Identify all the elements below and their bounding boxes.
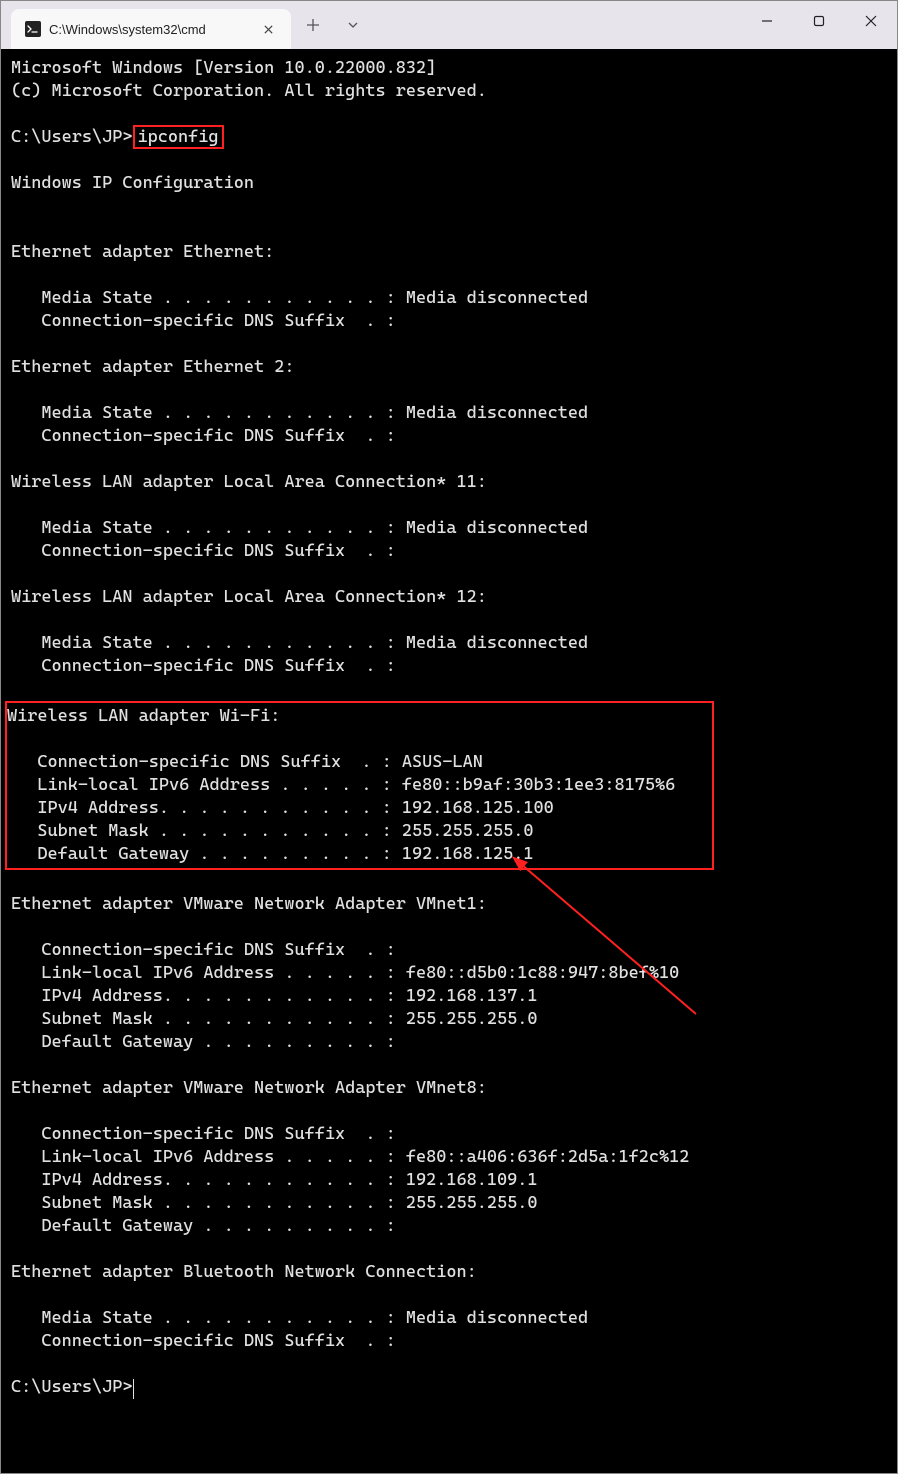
adapter-line: Media State . . . . . . . . . . . : Medi… xyxy=(11,633,588,653)
adapter-line: Default Gateway . . . . . . . . . : xyxy=(11,1032,396,1052)
adapter-line: Connection-specific DNS Suffix . : xyxy=(11,656,396,676)
adapter-line: Link-local IPv6 Address . . . . . : fe80… xyxy=(7,775,675,795)
prompt: C:\Users\JP> xyxy=(11,127,133,147)
wifi-adapter-highlighted: Wireless LAN adapter Wi-Fi: Connection-s… xyxy=(5,701,714,870)
adapter-line: Media State . . . . . . . . . . . : Medi… xyxy=(11,518,588,538)
adapter-line: Media State . . . . . . . . . . . : Medi… xyxy=(11,288,588,308)
close-button[interactable] xyxy=(845,1,897,41)
adapter-line: Subnet Mask . . . . . . . . . . . : 255.… xyxy=(7,821,534,841)
adapter-line: Connection-specific DNS Suffix . : xyxy=(11,426,396,446)
adapter-line: Link-local IPv6 Address . . . . . : fe80… xyxy=(11,1147,689,1167)
adapter-line: Connection-specific DNS Suffix . : ASUS-… xyxy=(7,752,483,772)
tab-active[interactable]: C:\Windows\system32\cmd xyxy=(11,9,291,49)
adapter-name: Wireless LAN adapter Local Area Connecti… xyxy=(11,472,487,492)
adapter-line: Link-local IPv6 Address . . . . . : fe80… xyxy=(11,963,679,983)
cmd-window: C:\Windows\system32\cmd Microsoft Window… xyxy=(0,0,898,1474)
adapter-name: Ethernet adapter Ethernet: xyxy=(11,242,274,262)
adapter-line: Default Gateway . . . . . . . . . : 192.… xyxy=(7,844,534,864)
adapter-name: Wireless LAN adapter Local Area Connecti… xyxy=(11,587,487,607)
adapter-line: IPv4 Address. . . . . . . . . . . : 192.… xyxy=(11,986,538,1006)
tab-dropdown-button[interactable] xyxy=(335,7,371,43)
prompt: C:\Users\JP> xyxy=(11,1377,133,1397)
tab-title: C:\Windows\system32\cmd xyxy=(49,22,251,37)
adapter-name: Ethernet adapter Bluetooth Network Conne… xyxy=(11,1262,477,1282)
adapter-line: Media State . . . . . . . . . . . : Medi… xyxy=(11,1308,588,1328)
adapter-line: Connection-specific DNS Suffix . : xyxy=(11,1124,396,1144)
adapter-name: Wireless LAN adapter Wi-Fi: xyxy=(7,706,280,726)
maximize-button[interactable] xyxy=(793,1,845,41)
adapter-line: IPv4 Address. . . . . . . . . . . : 192.… xyxy=(11,1170,538,1190)
adapter-line: Media State . . . . . . . . . . . : Medi… xyxy=(11,403,588,423)
tab-close-button[interactable] xyxy=(259,20,277,38)
section-heading: Windows IP Configuration xyxy=(11,173,254,193)
minimize-button[interactable] xyxy=(741,1,793,41)
new-tab-button[interactable] xyxy=(295,7,331,43)
adapter-line: Default Gateway . . . . . . . . . : xyxy=(11,1216,396,1236)
adapter-line: Connection-specific DNS Suffix . : xyxy=(11,541,396,561)
header-line: Microsoft Windows [Version 10.0.22000.83… xyxy=(11,58,436,78)
adapter-line: Subnet Mask . . . . . . . . . . . : 255.… xyxy=(11,1009,538,1029)
header-line: (c) Microsoft Corporation. All rights re… xyxy=(11,81,487,101)
adapter-line: IPv4 Address. . . . . . . . . . . : 192.… xyxy=(7,798,554,818)
adapter-line: Subnet Mask . . . . . . . . . . . : 255.… xyxy=(11,1193,538,1213)
command-highlighted: ipconfig xyxy=(133,125,224,149)
adapter-line: Connection-specific DNS Suffix . : xyxy=(11,940,396,960)
terminal-output[interactable]: Microsoft Windows [Version 10.0.22000.83… xyxy=(1,49,897,1473)
window-controls xyxy=(741,1,897,41)
adapter-name: Ethernet adapter VMware Network Adapter … xyxy=(11,894,487,914)
adapter-line: Connection-specific DNS Suffix . : xyxy=(11,311,396,331)
adapter-name: Ethernet adapter VMware Network Adapter … xyxy=(11,1078,487,1098)
cursor xyxy=(133,1379,134,1399)
adapter-line: Connection-specific DNS Suffix . : xyxy=(11,1331,396,1351)
titlebar: C:\Windows\system32\cmd xyxy=(1,1,897,49)
cmd-icon xyxy=(25,21,41,37)
adapter-name: Ethernet adapter Ethernet 2: xyxy=(11,357,295,377)
